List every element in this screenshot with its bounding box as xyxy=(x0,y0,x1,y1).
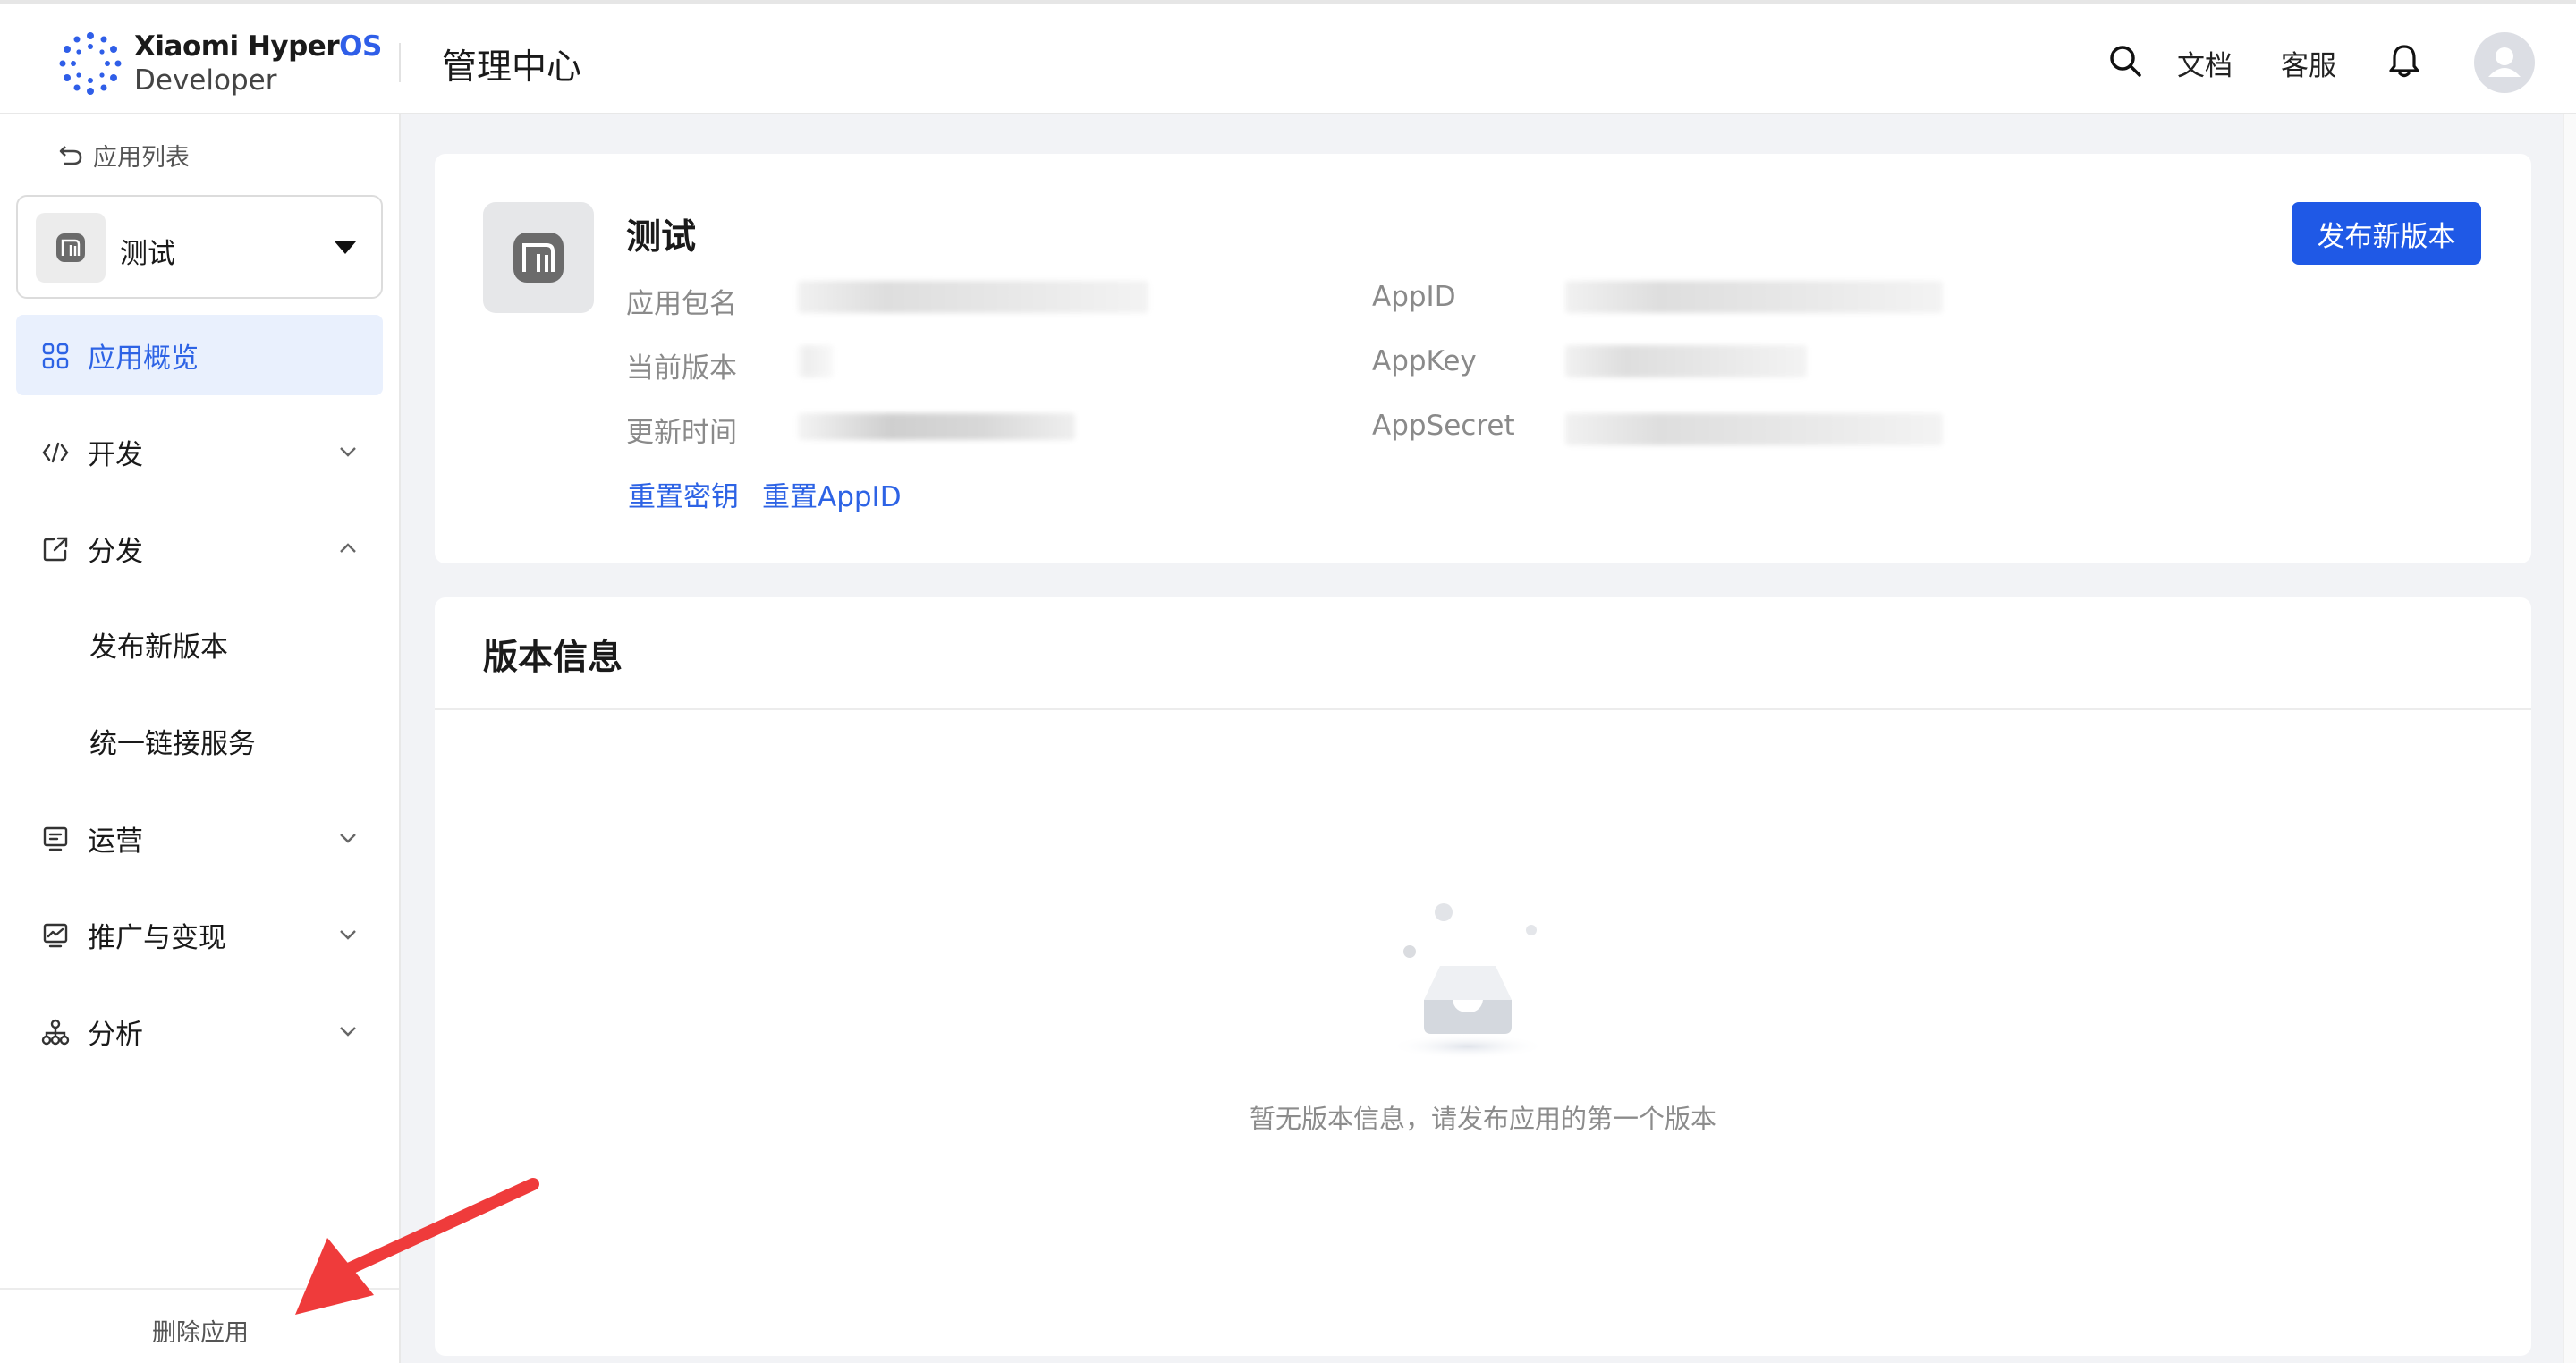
chevron-down-icon xyxy=(340,1027,356,1037)
version-card-header: 版本信息 xyxy=(435,597,2531,710)
reset-key-link[interactable]: 重置密钥 xyxy=(628,474,739,514)
field-label-update-time: 更新时间 xyxy=(626,417,737,449)
mi-logo-icon xyxy=(513,233,564,283)
monitor-icon xyxy=(43,826,68,851)
nav-label: 应用概览 xyxy=(88,342,199,375)
app-info-card: 测试 应用包名 当前版本 更新时间 AppID AppKey AppSecret… xyxy=(435,154,2531,563)
nav-analysis[interactable]: 分析 xyxy=(16,991,383,1071)
field-label-package: 应用包名 xyxy=(626,288,737,320)
publish-new-version-button[interactable]: 发布新版本 xyxy=(2292,202,2481,265)
empty-inbox-icon xyxy=(1389,903,1546,1059)
app-name: 测试 xyxy=(626,217,697,258)
support-link[interactable]: 客服 xyxy=(2281,43,2336,83)
nav-develop[interactable]: 开发 xyxy=(16,411,383,492)
back-label: 应用列表 xyxy=(93,144,190,172)
field-label-appsecret: AppSecret xyxy=(1372,410,1515,442)
nav-label: 分发 xyxy=(88,535,143,568)
app-icon xyxy=(483,202,594,313)
appsecret-value-redacted xyxy=(1565,413,1943,445)
nav-label: 运营 xyxy=(88,825,143,858)
nav-label: 开发 xyxy=(88,438,143,471)
chevron-up-icon xyxy=(340,543,356,553)
nav-sub-publish-version[interactable]: 发布新版本 xyxy=(89,624,228,665)
version-info-card: 版本信息 暂无版本信息，请发布应用的第一个版本 xyxy=(435,597,2531,1356)
nav-app-overview[interactable]: 应用概览 xyxy=(16,315,383,395)
field-label-appid: AppID xyxy=(1372,281,1456,313)
chevron-down-icon xyxy=(340,447,356,457)
empty-state-text: 暂无版本信息，请发布应用的第一个版本 xyxy=(1249,1104,1716,1134)
chart-icon xyxy=(43,923,68,948)
delete-app-button[interactable]: 删除应用 xyxy=(152,1313,249,1348)
search-icon[interactable] xyxy=(2107,43,2143,79)
back-to-app-list[interactable]: 应用列表 xyxy=(57,138,190,173)
brand-name: Xiaomi HyperOS xyxy=(134,30,382,63)
appkey-value-redacted xyxy=(1565,345,1807,377)
grid-icon xyxy=(42,343,69,369)
version-card-title: 版本信息 xyxy=(483,638,623,678)
nav-sub-unified-link[interactable]: 统一链接服务 xyxy=(89,721,256,761)
docs-link[interactable]: 文档 xyxy=(2177,43,2233,83)
top-header: Xiaomi HyperOS Developer 管理中心 文档 客服 xyxy=(0,0,2576,114)
brand-subtitle: Developer xyxy=(134,64,277,97)
nav-operations[interactable]: 运营 xyxy=(16,798,383,878)
mi-logo-icon xyxy=(56,233,85,262)
hyperos-logo-icon[interactable] xyxy=(57,30,123,97)
caret-down-icon xyxy=(335,241,356,254)
nav-distribute[interactable]: 分发 xyxy=(16,508,383,588)
avatar-icon xyxy=(2488,47,2521,77)
bell-icon[interactable] xyxy=(2386,43,2422,79)
app-selector[interactable]: 测试 xyxy=(16,195,383,299)
app-selector-name: 测试 xyxy=(120,238,175,270)
nav-label: 推广与变现 xyxy=(88,921,226,954)
nav-promotion[interactable]: 推广与变现 xyxy=(16,894,383,975)
field-label-current-version: 当前版本 xyxy=(626,352,737,385)
annotation-arrow-icon xyxy=(295,1178,539,1315)
field-label-appkey: AppKey xyxy=(1372,345,1477,377)
chevron-down-icon xyxy=(340,834,356,843)
reset-appid-link[interactable]: 重置AppID xyxy=(762,474,902,514)
update-time-value-redacted xyxy=(798,413,1075,440)
header-divider xyxy=(399,43,401,82)
page-title: 管理中心 xyxy=(442,47,582,88)
package-name-value-redacted xyxy=(798,281,1148,313)
current-version-value-redacted xyxy=(798,345,834,377)
app-mini-icon xyxy=(36,213,106,283)
hierarchy-icon xyxy=(41,1019,70,1046)
avatar[interactable] xyxy=(2474,32,2535,93)
share-icon xyxy=(43,537,68,562)
undo-icon xyxy=(59,145,82,165)
code-icon xyxy=(42,442,69,463)
nav-label: 分析 xyxy=(88,1018,143,1051)
chevron-down-icon xyxy=(340,930,356,940)
page-scrollbar[interactable] xyxy=(2563,114,2576,1363)
appid-value-redacted xyxy=(1565,281,1943,313)
